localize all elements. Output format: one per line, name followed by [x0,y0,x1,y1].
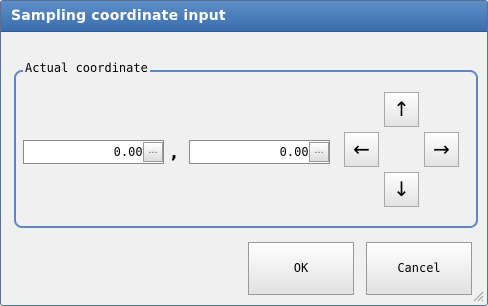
arrow-left-icon: ← [353,137,370,161]
coordinate-separator: , [171,143,178,162]
move-right-button[interactable]: → [424,132,459,167]
title-bar[interactable]: Sampling coordinate input [1,1,487,32]
arrow-right-icon: → [433,137,450,161]
move-down-button[interactable]: ↓ [384,172,419,207]
y-ellipsis-button[interactable]: ... [309,142,329,162]
dialog-title: Sampling coordinate input [11,8,226,24]
move-left-button[interactable]: ← [344,132,379,167]
move-up-button[interactable]: ↑ [384,92,419,127]
x-ellipsis-button[interactable]: ... [143,142,163,162]
arrow-down-icon: ↓ [393,177,410,201]
cancel-button[interactable]: Cancel [366,242,472,295]
arrow-up-icon: ↑ [393,97,410,121]
sampling-coordinate-dialog: Sampling coordinate input Actual coordin… [0,0,488,306]
resize-grip-icon[interactable] [472,290,484,302]
ok-button[interactable]: OK [248,242,354,295]
group-label: Actual coordinate [23,61,150,75]
